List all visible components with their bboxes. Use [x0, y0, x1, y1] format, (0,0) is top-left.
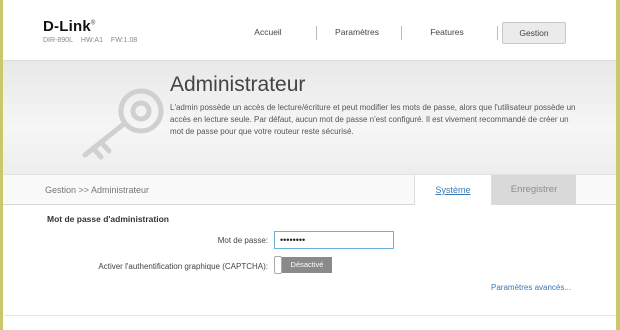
logo-text: D-Link — [43, 18, 91, 35]
window-frame-right — [616, 0, 620, 330]
nav-accueil[interactable]: Accueil — [233, 22, 303, 44]
hero-banner: Administrateur L'admin possède un accès … — [3, 60, 616, 174]
save-button[interactable]: Enregistrer — [492, 175, 576, 205]
model-info: DIR-890L HW:A1 FW:1.08 — [43, 37, 143, 44]
captcha-label: Activer l'authentification graphique (CA… — [98, 262, 268, 271]
action-bar: Gestion >> Administrateur Système Enregi… — [3, 174, 616, 205]
divider — [3, 315, 616, 316]
firmware-version: FW:1.08 — [110, 37, 138, 44]
nav-features[interactable]: Features — [402, 22, 492, 44]
tab-systeme[interactable]: Système — [414, 175, 492, 205]
logo-registered-mark: ® — [90, 20, 96, 27]
toggle-state: Désactivé — [282, 257, 332, 273]
toggle-knob — [274, 256, 282, 274]
page-description: L'admin possède un accès de lecture/écri… — [170, 103, 576, 136]
advanced-settings-link[interactable]: Paramètres avancés... — [491, 283, 571, 292]
model-name: DIR-890L — [43, 37, 73, 44]
dlink-logo: D-Link® — [43, 18, 95, 36]
nav-parametres[interactable]: Paramètres — [317, 22, 397, 44]
nav-separator — [497, 26, 498, 40]
section-title: Mot de passe d'administration — [47, 214, 169, 224]
page-title: Administrateur — [170, 73, 306, 96]
breadcrumb: Gestion >> Administrateur — [45, 185, 150, 195]
password-label: Mot de passe: — [217, 236, 268, 245]
hardware-version: HW:A1 — [80, 37, 103, 44]
captcha-toggle[interactable]: Désactivé — [274, 256, 332, 274]
nav-gestion[interactable]: Gestion — [502, 22, 566, 44]
key-icon — [82, 88, 164, 160]
top-header: D-Link® DIR-890L HW:A1 FW:1.08 Accueil P… — [3, 0, 616, 60]
password-field[interactable]: •••••••• — [274, 231, 394, 249]
